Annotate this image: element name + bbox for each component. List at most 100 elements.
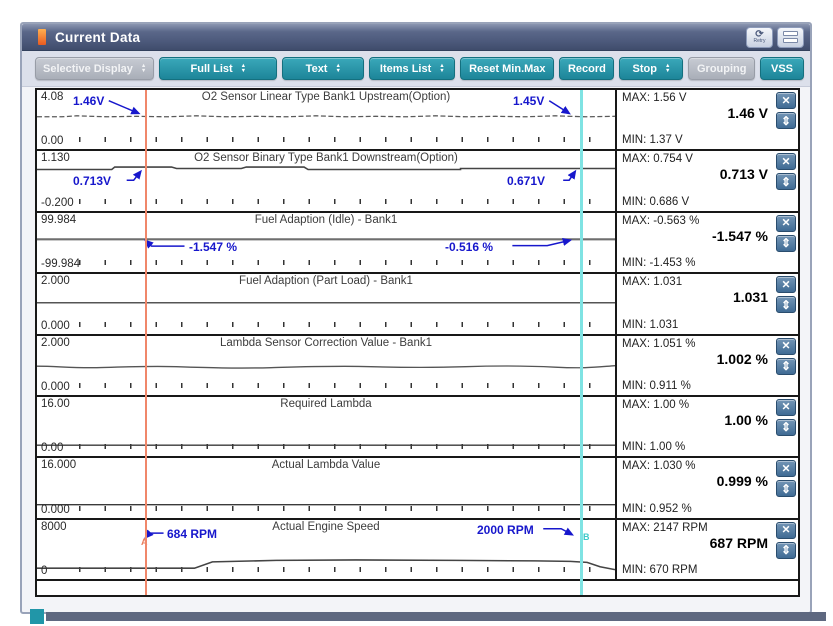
grouping-button[interactable]: Grouping (688, 57, 755, 80)
autoscale-button[interactable]: ⇕ (776, 235, 796, 252)
app-icon (38, 29, 46, 45)
up-down-arrows-icon: ⇕ (781, 114, 791, 128)
max-readout: MAX: 1.00 % (622, 399, 689, 411)
scale-min: 0.000 (41, 381, 70, 393)
close-icon: ✕ (782, 217, 791, 229)
stats-panel: MAX: 1.56 V 1.46 V MIN: 1.37 V ✕ ⇕ (617, 90, 798, 149)
graph-area[interactable]: 2.000 Fuel Adaption (Part Load) - Bank1 … (37, 274, 617, 333)
window-bottom-shadow (46, 612, 826, 621)
retry-button[interactable]: ⟳ Retry (746, 27, 773, 48)
record-button[interactable]: Record (559, 57, 614, 80)
graph-area[interactable]: 16.00 Required Lambda 0.00 (37, 397, 617, 456)
graph-area[interactable]: 99.984 Fuel Adaption (Idle) - Bank1 -99.… (37, 213, 617, 272)
current-value: 1.031 (733, 289, 768, 305)
button-label: Text (306, 63, 328, 75)
channel-graphs-container: 4.08 O2 Sensor Linear Type Bank1 Upstrea… (35, 88, 800, 597)
cursor-b-annotation: 1.45V (513, 94, 544, 108)
channel-title: O2 Sensor Binary Type Bank1 Downstream(O… (37, 152, 615, 164)
button-label: Record (568, 63, 606, 75)
window-layout-button[interactable] (777, 27, 804, 48)
spinner-icon: ▲▼ (665, 64, 670, 73)
channel-row-o2-binary: 1.130 O2 Sensor Binary Type Bank1 Downst… (37, 151, 798, 212)
stats-panel: MAX: 1.030 % 0.999 % MIN: 0.952 % ✕ ⇕ (617, 458, 798, 517)
autoscale-button[interactable]: ⇕ (776, 112, 796, 129)
graph-area[interactable]: 1.130 O2 Sensor Binary Type Bank1 Downst… (37, 151, 617, 210)
window-title: Current Data (55, 30, 742, 45)
close-icon: ✕ (782, 524, 791, 536)
close-icon: ✕ (782, 95, 791, 107)
stats-panel: MAX: 0.754 V 0.713 V MIN: 0.686 V ✕ ⇕ (617, 151, 798, 210)
channel-row-lambda-correction: 2.000 Lambda Sensor Correction Value - B… (37, 336, 798, 397)
close-channel-button[interactable]: ✕ (776, 276, 796, 293)
taskbar-chip (30, 609, 44, 624)
scale-min: 0.00 (41, 442, 63, 454)
items-list-button[interactable]: Items List ▲▼ (369, 57, 455, 80)
current-value: 1.00 % (724, 412, 768, 428)
close-channel-button[interactable]: ✕ (776, 338, 796, 355)
cursor-b-annotation: 0.671V (507, 174, 545, 188)
scale-min: -0.200 (41, 197, 74, 209)
autoscale-button[interactable]: ⇕ (776, 419, 796, 436)
min-readout: MIN: 1.00 % (622, 441, 685, 453)
close-channel-button[interactable]: ✕ (776, 215, 796, 232)
tile-icon (783, 38, 798, 43)
min-readout: MIN: 0.686 V (622, 196, 689, 208)
close-icon: ✕ (782, 401, 791, 413)
button-label: Grouping (697, 63, 747, 75)
toolbar: Selective Display ▲▼ Full List ▲▼ Text ▲… (22, 51, 810, 87)
close-channel-button[interactable]: ✕ (776, 92, 796, 109)
up-down-arrows-icon: ⇕ (781, 298, 791, 312)
button-label: Selective Display (43, 63, 133, 75)
min-readout: MIN: -1.453 % (622, 257, 696, 269)
graph-area[interactable]: 2.000 Lambda Sensor Correction Value - B… (37, 336, 617, 395)
up-down-arrows-icon: ⇕ (781, 359, 791, 373)
current-value: 0.999 % (717, 473, 768, 489)
min-readout: MIN: 670 RPM (622, 564, 697, 576)
channel-row-fuel-idle: 99.984 Fuel Adaption (Idle) - Bank1 -99.… (37, 213, 798, 274)
min-readout: MIN: 0.952 % (622, 503, 692, 515)
channel-row-engine-speed: 8000 Actual Engine Speed 0 684 RPM 2000 … (37, 520, 798, 581)
button-label: Items List (380, 63, 431, 75)
stats-panel: MAX: 1.031 1.031 MIN: 1.031 ✕ ⇕ (617, 274, 798, 333)
channel-row-o2-linear: 4.08 O2 Sensor Linear Type Bank1 Upstrea… (37, 90, 798, 151)
text-mode-button[interactable]: Text ▲▼ (282, 57, 364, 80)
close-channel-button[interactable]: ✕ (776, 399, 796, 416)
cursor-b-line[interactable] (580, 90, 583, 595)
cursor-a-annotation: 684 RPM (167, 527, 217, 541)
autoscale-button[interactable]: ⇕ (776, 173, 796, 190)
graph-area[interactable]: 4.08 O2 Sensor Linear Type Bank1 Upstrea… (37, 90, 617, 149)
selective-display-button[interactable]: Selective Display ▲▼ (35, 57, 154, 80)
autoscale-button[interactable]: ⇕ (776, 480, 796, 497)
up-down-arrows-icon: ⇕ (781, 236, 791, 250)
max-readout: MAX: -0.563 % (622, 215, 699, 227)
close-channel-button[interactable]: ✕ (776, 153, 796, 170)
max-readout: MAX: 1.56 V (622, 92, 687, 104)
close-icon: ✕ (782, 463, 791, 475)
scale-min: 0.00 (41, 135, 63, 147)
scale-min: 0.000 (41, 504, 70, 516)
current-value: 1.002 % (717, 351, 768, 367)
stats-panel: MAX: 1.051 % 1.002 % MIN: 0.911 % ✕ ⇕ (617, 336, 798, 395)
reset-minmax-button[interactable]: Reset Min.Max (460, 57, 554, 80)
close-channel-button[interactable]: ✕ (776, 522, 796, 539)
button-label: VSS (771, 63, 793, 75)
close-icon: ✕ (782, 279, 791, 291)
channel-title: Required Lambda (37, 398, 615, 410)
cursor-a-annotation: -1.547 % (189, 240, 237, 254)
spinner-icon: ▲▼ (241, 64, 246, 73)
scale-min: -99.984 (41, 258, 80, 270)
autoscale-button[interactable]: ⇕ (776, 358, 796, 375)
cursor-a-line[interactable] (145, 90, 147, 595)
close-channel-button[interactable]: ✕ (776, 460, 796, 477)
stats-panel: MAX: 2147 RPM 687 RPM MIN: 670 RPM ✕ ⇕ (617, 520, 798, 579)
max-readout: MAX: 2147 RPM (622, 522, 708, 534)
autoscale-button[interactable]: ⇕ (776, 542, 796, 559)
autoscale-button[interactable]: ⇕ (776, 296, 796, 313)
current-value: 0.713 V (720, 166, 768, 182)
graph-area[interactable]: 8000 Actual Engine Speed 0 684 RPM 2000 … (37, 520, 617, 579)
full-list-button[interactable]: Full List ▲▼ (159, 57, 277, 80)
stats-panel: MAX: -0.563 % -1.547 % MIN: -1.453 % ✕ ⇕ (617, 213, 798, 272)
vss-button[interactable]: VSS (760, 57, 804, 80)
stop-button[interactable]: Stop ▲▼ (619, 57, 683, 80)
graph-area[interactable]: 16.000 Actual Lambda Value 0.000 (37, 458, 617, 517)
